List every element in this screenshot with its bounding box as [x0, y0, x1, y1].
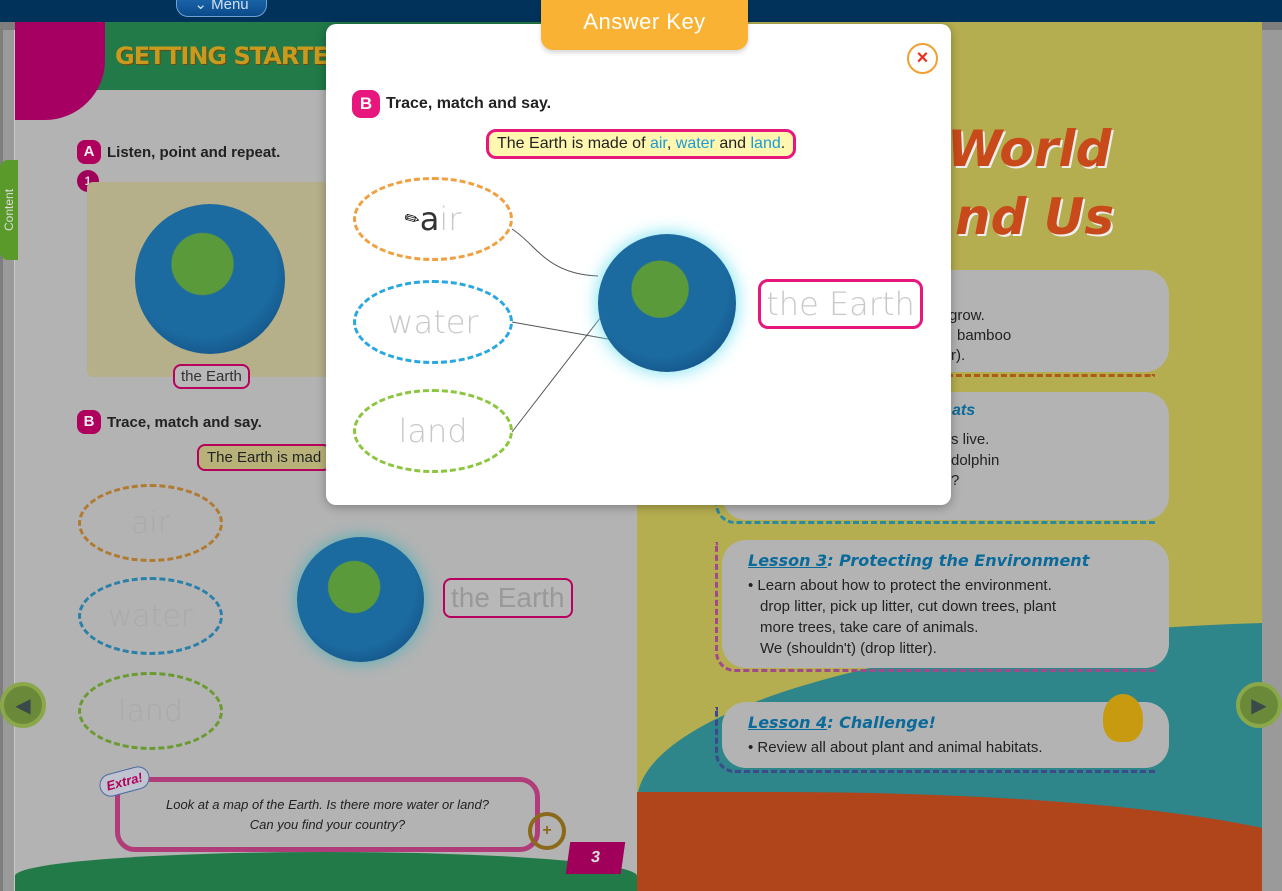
answer-key-title: Answer Key [541, 0, 748, 50]
next-page-button[interactable]: ▶ [1236, 682, 1282, 728]
lightbulb-icon [1103, 694, 1143, 742]
chevron-down-icon: ⌄ [194, 0, 212, 13]
earth-globe-image [135, 204, 285, 354]
lesson-4-box: Lesson 4: Challenge! • Review all about … [722, 702, 1169, 768]
footer-wave [15, 852, 637, 891]
lesson-1-text: r). [951, 347, 966, 364]
speech-bubble: The Earth is mad [197, 444, 332, 471]
modal-speech-bubble: The Earth is made of air, water and land… [486, 129, 797, 159]
match-line-land [511, 303, 612, 433]
header-corner [15, 22, 105, 120]
lesson-3-box: Lesson 3: Protecting the Environment • L… [722, 540, 1169, 668]
lesson-1-text: grow. [949, 307, 985, 324]
extra-box: Look at a map of the Earth. Is there mor… [115, 777, 540, 852]
close-icon: × [916, 47, 929, 69]
earth-globe-image [297, 537, 424, 662]
lesson-2-text: s live. [951, 431, 990, 448]
word-oval-land: land [78, 672, 223, 750]
earth-trace-label: the Earth [443, 578, 573, 618]
content-side-tab[interactable]: Content [0, 160, 18, 260]
unit-title-line1: World [947, 120, 1112, 178]
word-oval-water: water [353, 280, 513, 364]
match-line-air [511, 228, 599, 277]
activity-a-heading: A Listen, point and repeat. [77, 140, 280, 164]
activity-b-heading: B Trace, match and say. [77, 410, 262, 434]
earth-trace-label: the Earth [758, 279, 923, 329]
lesson-3-link[interactable]: Lesson 3 [748, 551, 827, 570]
page-stack-right [1262, 30, 1282, 891]
page-title: GETTING STARTED [115, 42, 348, 70]
lesson-2-text: ? [951, 472, 960, 489]
activity-badge: A [77, 140, 101, 164]
prev-page-button[interactable]: ◀ [0, 682, 46, 728]
word-oval-water: water [78, 577, 223, 655]
lesson-2-text: dolphin [951, 452, 1000, 469]
word-oval-air: air [78, 484, 223, 562]
unit-title-line2: nd Us [955, 188, 1115, 246]
lesson-1-text: bamboo [957, 327, 1012, 344]
word-oval-land: land [353, 389, 513, 473]
triangle-left-icon: ◀ [15, 694, 31, 717]
triangle-right-icon: ▶ [1251, 694, 1267, 717]
close-button[interactable]: × [907, 43, 938, 74]
page-number: 3 [565, 842, 626, 874]
earth-card-label: the Earth [173, 364, 250, 389]
earth-globe-image [598, 234, 736, 372]
word-oval-air: ✎ a ir [353, 177, 513, 261]
lesson-4-link[interactable]: Lesson 4 [748, 713, 827, 732]
lesson-2-title: ats [952, 402, 976, 419]
stopwatch-icon: + [528, 812, 566, 850]
menu-button[interactable]: ⌄ Menu [176, 0, 267, 17]
